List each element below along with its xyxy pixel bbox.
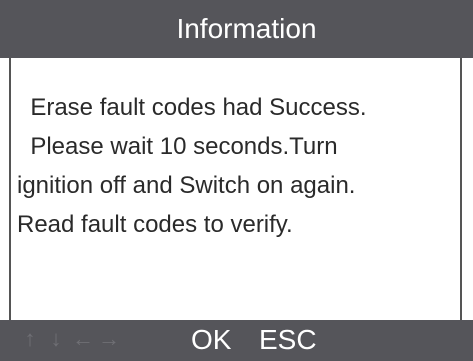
button-bar: ↑ ↓ ← → OK ESC	[0, 320, 473, 361]
arrow-right-icon: →	[98, 326, 120, 351]
title-bar: Information	[0, 0, 473, 58]
screen-title: Information	[176, 13, 317, 44]
message-line-2: Please wait 10 seconds.Turn	[17, 133, 338, 160]
information-screen: Information Erase fault codes had Succes…	[0, 0, 473, 361]
esc-button[interactable]: ESC	[259, 324, 317, 356]
navigation-arrows: ↑ ↓ ← →	[20, 326, 121, 352]
message-panel: Erase fault codes had Success. Please wa…	[9, 58, 462, 320]
arrow-up-icon: ↑	[24, 326, 36, 351]
arrow-left-icon: ←	[72, 326, 94, 351]
message-text: Erase fault codes had Success. Please wa…	[17, 88, 467, 244]
message-line-4: Read fault codes to verify.	[17, 211, 293, 238]
message-line-1: Erase fault codes had Success.	[17, 94, 367, 121]
ok-button[interactable]: OK	[191, 324, 231, 356]
message-line-3: ignition off and Switch on again.	[17, 172, 356, 199]
arrow-down-icon: ↓	[50, 326, 62, 351]
